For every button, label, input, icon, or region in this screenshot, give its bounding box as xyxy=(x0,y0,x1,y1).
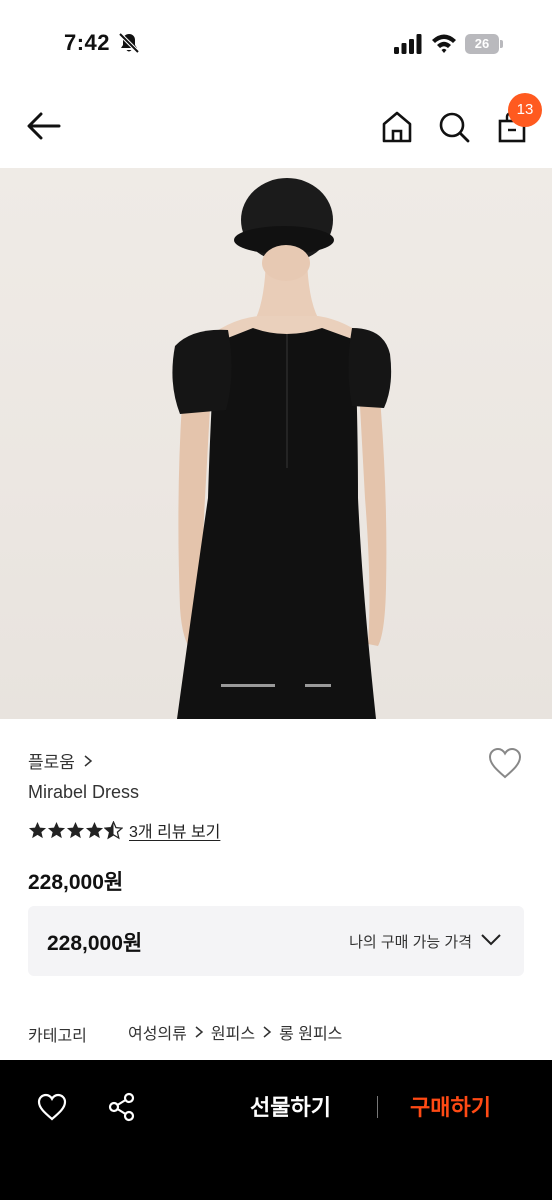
star-icon xyxy=(47,821,66,838)
pager-dot xyxy=(221,684,275,687)
pager-dot-active xyxy=(277,684,303,687)
bottom-action-bar: 선물하기 구매하기 xyxy=(0,1060,552,1200)
heart-icon[interactable] xyxy=(487,746,523,780)
pager-dot xyxy=(305,684,331,687)
battery-level: 26 xyxy=(465,34,499,54)
back-arrow-icon[interactable] xyxy=(26,110,62,142)
share-icon[interactable] xyxy=(107,1092,137,1122)
bell-slash-icon xyxy=(118,32,140,54)
status-time: 7:42 xyxy=(64,30,111,55)
battery-icon: 26 xyxy=(465,34,503,54)
chevron-right-icon xyxy=(263,1026,272,1038)
buy-button[interactable]: 구매하기 xyxy=(410,1090,491,1122)
star-icon xyxy=(28,821,47,838)
signal-icon xyxy=(394,34,422,54)
rating-stars xyxy=(28,820,123,840)
dress-photo xyxy=(172,178,392,719)
product-price: 228,000원 xyxy=(28,871,124,894)
category-label: 카테고리 xyxy=(28,1028,87,1045)
breadcrumb-item[interactable]: 원피스 xyxy=(211,1020,255,1044)
rating-row: 3개 리뷰 보기 xyxy=(28,818,220,842)
star-half-icon xyxy=(104,820,123,839)
image-pager xyxy=(221,684,331,687)
wifi-icon xyxy=(432,34,456,53)
brand-link[interactable]: 플로움 xyxy=(28,748,95,773)
divider xyxy=(377,1096,378,1118)
brand-name: 플로움 xyxy=(28,753,75,772)
chevron-right-icon xyxy=(84,754,93,767)
heart-icon[interactable] xyxy=(36,1092,68,1122)
category-breadcrumb: 여성의류 원피스 롱 원피스 xyxy=(128,1020,342,1044)
star-icon xyxy=(85,821,104,838)
home-icon[interactable] xyxy=(381,110,413,144)
breadcrumb-item[interactable]: 여성의류 xyxy=(128,1020,187,1044)
my-price-dropdown[interactable]: 228,000원 나의 구매 가능 가격 xyxy=(28,906,524,976)
breadcrumb-item[interactable]: 롱 원피스 xyxy=(279,1020,342,1044)
chevron-down-icon xyxy=(481,934,501,946)
my-price-label: 나의 구매 가능 가격 xyxy=(349,934,472,951)
chevron-right-icon xyxy=(195,1026,204,1038)
search-icon[interactable] xyxy=(438,110,470,144)
product-name: Mirabel Dress xyxy=(28,782,140,802)
review-link[interactable]: 3개 리뷰 보기 xyxy=(129,818,220,842)
status-bar: 7:42 26 xyxy=(0,0,552,88)
nav-bar: 13 xyxy=(0,88,552,168)
star-icon xyxy=(66,821,85,838)
cart-count-badge: 13 xyxy=(508,93,542,127)
my-price-value: 228,000원 xyxy=(47,932,143,955)
product-image[interactable] xyxy=(0,168,552,719)
gift-button[interactable]: 선물하기 xyxy=(250,1090,331,1122)
